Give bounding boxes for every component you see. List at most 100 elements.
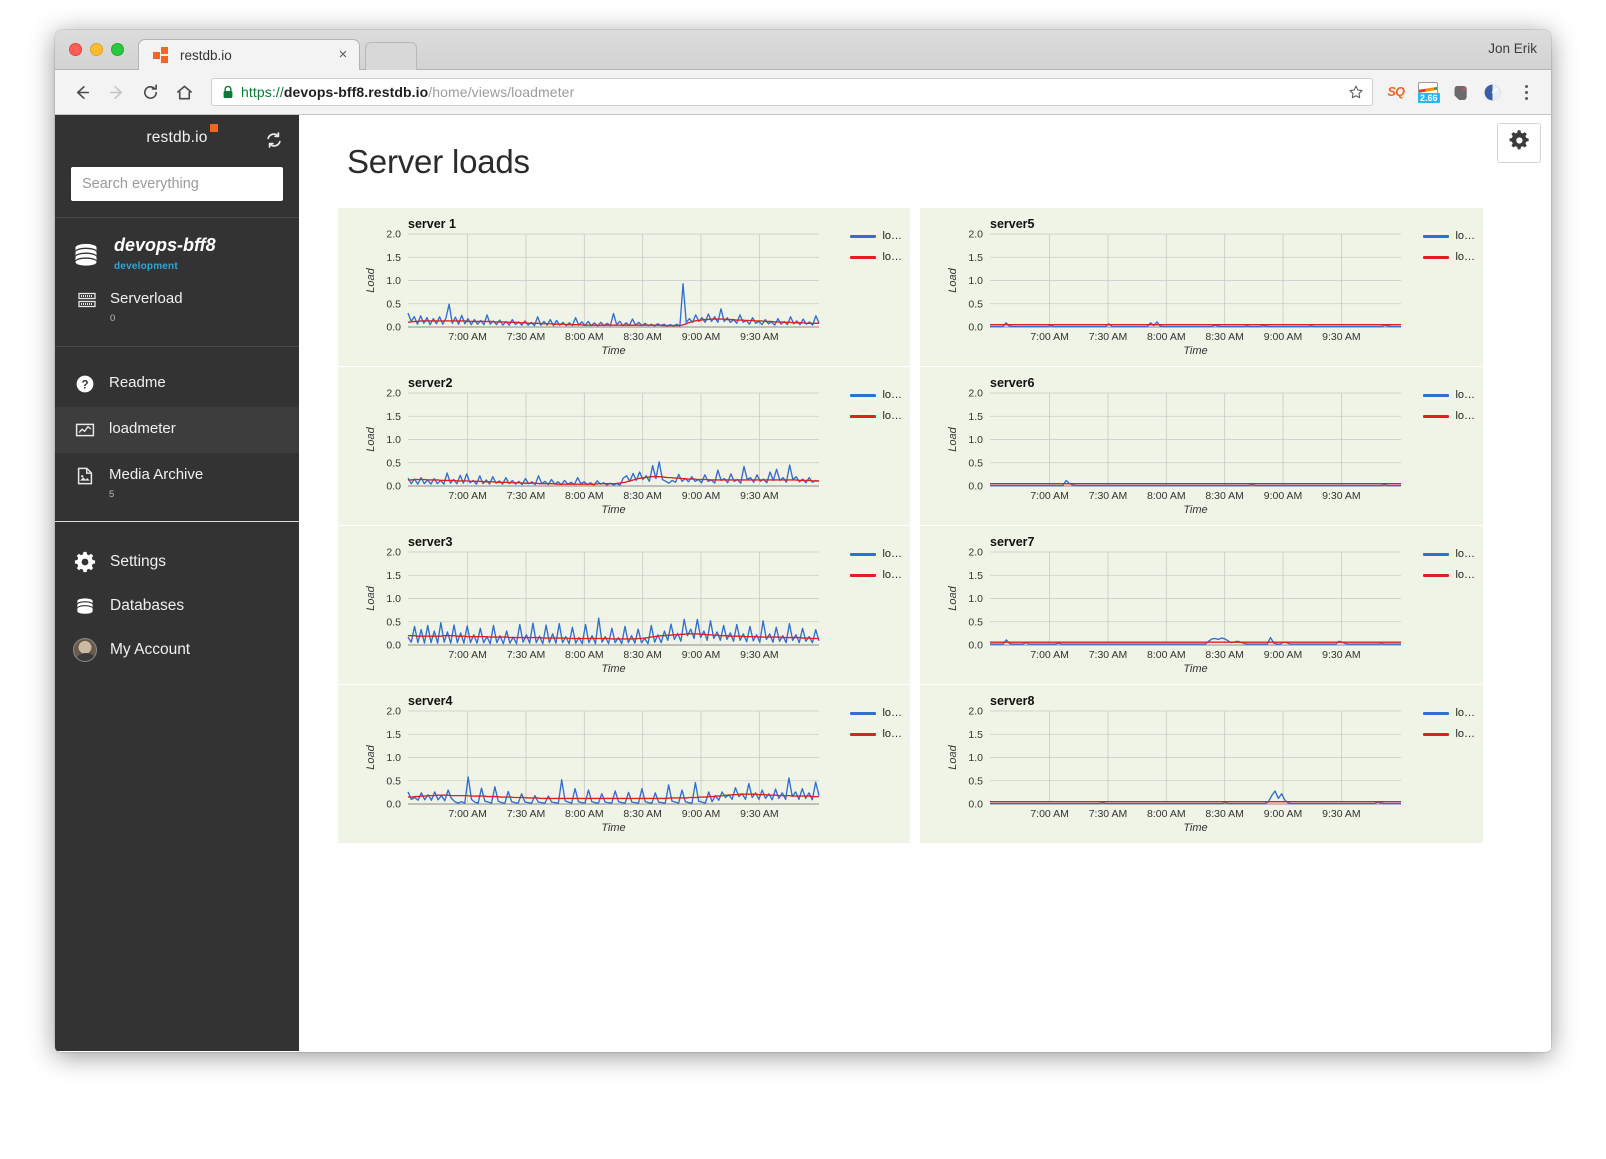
sidebar-item-readme[interactable]: ? Readme <box>55 361 299 407</box>
sidebar-item-count: 5 <box>109 489 115 500</box>
legend-item[interactable]: lo… <box>1423 251 1475 263</box>
svg-text:1.0: 1.0 <box>968 434 983 446</box>
legend-item[interactable]: lo… <box>1423 548 1475 560</box>
page-body: restdb.io Search everything devops-bff8 … <box>55 115 1551 1051</box>
svg-text:1.5: 1.5 <box>968 252 983 264</box>
chart-legend: lo… lo… <box>1423 707 1475 740</box>
legend-swatch <box>1423 552 1450 556</box>
svg-text:0.5: 0.5 <box>968 616 983 628</box>
legend-item[interactable]: lo… <box>850 410 902 422</box>
sidebar-item-my-account[interactable]: My Account <box>55 628 299 672</box>
legend-label: lo… <box>1455 410 1475 422</box>
refresh-icon[interactable] <box>265 131 283 149</box>
reload-button[interactable] <box>135 77 165 107</box>
legend-label: lo… <box>882 389 902 401</box>
legend-item[interactable]: lo… <box>1423 728 1475 740</box>
chrome-menu-button[interactable] <box>1517 84 1535 100</box>
chart-plot: 0.0 0.5 1.0 1.5 2.0 7:00 AM 7:30 AM 8:00 AM 8:30… <box>947 229 1401 357</box>
legend-label: lo… <box>882 569 902 581</box>
restdb-logo[interactable]: restdb.io <box>146 124 218 147</box>
legend-item[interactable]: lo… <box>1423 230 1475 242</box>
maximize-window-button[interactable] <box>111 43 124 56</box>
minimize-window-button[interactable] <box>90 43 103 56</box>
legend-item[interactable]: lo… <box>1423 410 1475 422</box>
svg-text:9:00 AM: 9:00 AM <box>1264 331 1303 343</box>
legend-item[interactable]: lo… <box>850 707 902 719</box>
legend-swatch <box>1423 393 1450 397</box>
legend-item[interactable]: lo… <box>850 569 902 581</box>
svg-text:9:00 AM: 9:00 AM <box>1264 808 1303 820</box>
browser-toolbar: https://devops-bff8.restdb.io/home/views… <box>55 70 1551 115</box>
sidebar-item-loadmeter[interactable]: loadmeter <box>55 407 299 453</box>
svg-text:7:30 AM: 7:30 AM <box>1089 331 1128 343</box>
svg-text:8:00 AM: 8:00 AM <box>565 808 604 820</box>
restdb-logo-text: restdb.io <box>146 129 208 146</box>
svg-text:7:30 AM: 7:30 AM <box>1089 808 1128 820</box>
browser-tab[interactable]: restdb.io × <box>138 39 360 70</box>
close-tab-icon[interactable]: × <box>335 47 351 63</box>
legend-swatch <box>850 234 877 238</box>
chart-legend: lo… lo… <box>850 707 902 740</box>
chart-legend: lo… lo… <box>1423 389 1475 422</box>
database-header[interactable]: devops-bff8 development <box>71 236 283 274</box>
forward-button[interactable] <box>101 77 131 107</box>
chart-title: server7 <box>990 535 1035 549</box>
squarespace-extension-icon[interactable]: SQ <box>1385 81 1407 103</box>
legend-item[interactable]: lo… <box>850 230 902 242</box>
svg-text:8:00 AM: 8:00 AM <box>1147 331 1186 343</box>
address-bar-url: https://devops-bff8.restdb.io/home/views… <box>241 84 574 100</box>
svg-text:9:00 AM: 9:00 AM <box>682 649 721 661</box>
evernote-extension-icon[interactable] <box>1449 81 1471 103</box>
sidebar: restdb.io Search everything devops-bff8 … <box>55 115 299 1051</box>
svg-text:9:30 AM: 9:30 AM <box>1322 649 1361 661</box>
speedtest-extension-icon[interactable] <box>1481 81 1503 103</box>
back-button[interactable] <box>67 77 97 107</box>
svg-text:7:00 AM: 7:00 AM <box>1030 808 1069 820</box>
svg-text:0.0: 0.0 <box>386 799 401 811</box>
collection-count: 0 <box>110 313 116 324</box>
exchange-rate-extension-icon[interactable]: 2.66 <box>1417 81 1440 103</box>
sidebar-item-serverload[interactable]: Serverload 0 <box>71 290 283 326</box>
chart-ylabel: Load <box>947 585 959 610</box>
bookmark-star-icon[interactable] <box>1340 84 1364 100</box>
legend-label: lo… <box>882 251 902 263</box>
address-bar[interactable]: https://devops-bff8.restdb.io/home/views… <box>211 78 1373 106</box>
sidebar-item-databases[interactable]: Databases <box>55 584 299 628</box>
search-input[interactable] <box>71 167 283 201</box>
legend-item[interactable]: lo… <box>1423 707 1475 719</box>
new-tab-button[interactable] <box>365 42 417 70</box>
legend-swatch <box>1423 255 1450 259</box>
chart-series-line <box>407 283 820 327</box>
legend-item[interactable]: lo… <box>1423 569 1475 581</box>
chart-xlabel: Time <box>1183 663 1207 675</box>
legend-item[interactable]: lo… <box>1423 389 1475 401</box>
legend-label: lo… <box>1455 389 1475 401</box>
svg-text:7:00 AM: 7:00 AM <box>1030 490 1069 502</box>
legend-label: lo… <box>882 410 902 422</box>
svg-text:0.5: 0.5 <box>968 775 983 787</box>
legend-item[interactable]: lo… <box>850 548 902 560</box>
legend-item[interactable]: lo… <box>850 728 902 740</box>
chart-panel: server5 lo… lo… 0.0 0.5 1.0 1.5 2.0 7:00 AM 7:30 … <box>910 207 1483 366</box>
gear-icon <box>73 550 97 574</box>
sidebar-item-media-archive[interactable]: Media Archive 5 <box>55 453 299 515</box>
svg-text:9:00 AM: 9:00 AM <box>1264 649 1303 661</box>
svg-text:8:00 AM: 8:00 AM <box>1147 490 1186 502</box>
svg-text:8:30 AM: 8:30 AM <box>623 808 662 820</box>
svg-text:1.5: 1.5 <box>386 252 401 264</box>
legend-label: lo… <box>1455 569 1475 581</box>
legend-swatch <box>850 393 877 397</box>
legend-item[interactable]: lo… <box>850 251 902 263</box>
sidebar-item-settings[interactable]: Settings <box>55 540 299 584</box>
home-button[interactable] <box>169 77 199 107</box>
view-settings-button[interactable] <box>1497 123 1541 163</box>
chart-xlabel: Time <box>1183 504 1207 516</box>
chart-panel: server8 lo… lo… 0.0 0.5 1.0 1.5 2.0 7:00 AM 7:30 … <box>910 684 1483 843</box>
svg-text:7:30 AM: 7:30 AM <box>1089 649 1128 661</box>
restdb-favicon-icon <box>153 46 170 64</box>
legend-item[interactable]: lo… <box>850 389 902 401</box>
sidebar-item-label: Readme <box>109 374 166 391</box>
legend-label: lo… <box>882 707 902 719</box>
close-window-button[interactable] <box>69 43 82 56</box>
svg-text:8:00 AM: 8:00 AM <box>565 490 604 502</box>
